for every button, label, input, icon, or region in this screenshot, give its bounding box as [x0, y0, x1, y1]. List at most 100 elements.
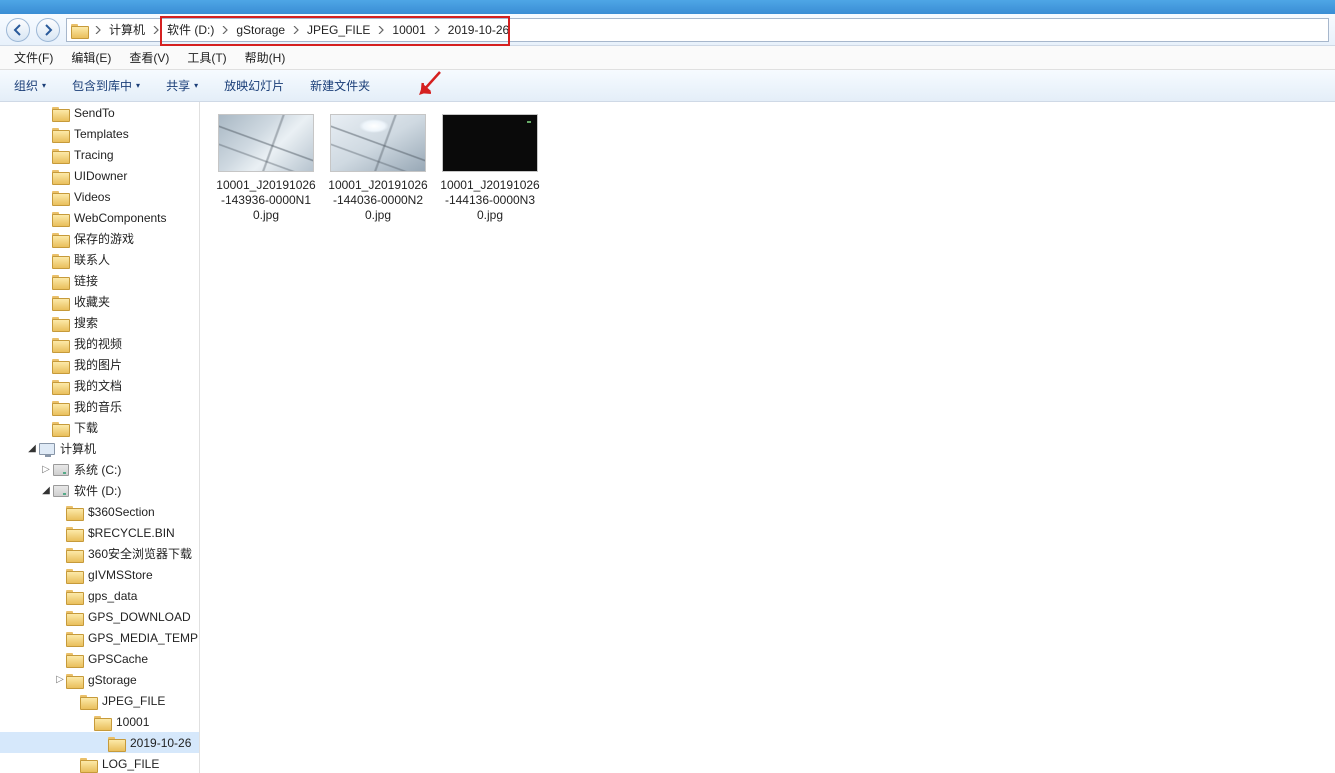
tree-item[interactable]: GPS_MEDIA_TEMP	[0, 627, 199, 648]
tree-item[interactable]: ◢ 计算机	[0, 438, 199, 459]
tree-item[interactable]: Templates	[0, 123, 199, 144]
folder-icon	[52, 231, 70, 247]
breadcrumb-sep[interactable]	[291, 26, 301, 34]
tree-item[interactable]: 我的文档	[0, 375, 199, 396]
monitor-icon	[38, 441, 56, 457]
share-button[interactable]: 共享▾	[162, 75, 202, 96]
tree-item[interactable]: gIVMSStore	[0, 564, 199, 585]
tree-item[interactable]: UIDowner	[0, 165, 199, 186]
tree-item[interactable]: GPS_DOWNLOAD	[0, 606, 199, 627]
tree-item[interactable]: ▷系统 (C:)	[0, 459, 199, 480]
address-bar[interactable]: 计算机软件 (D:) gStorage JPEG_FILE 10001 2019-10-…	[66, 18, 1329, 42]
breadcrumb-sep[interactable]	[151, 26, 161, 34]
breadcrumb-sep[interactable]	[376, 26, 386, 34]
folder-icon	[52, 210, 70, 226]
tree-item[interactable]: Tracing	[0, 144, 199, 165]
folder-icon	[66, 504, 84, 520]
slideshow-button[interactable]: 放映幻灯片	[220, 75, 288, 96]
tree-item-label: JPEG_FILE	[102, 694, 165, 708]
tree-item[interactable]: 10001	[0, 711, 199, 732]
tree-item-label: 保存的游戏	[74, 230, 134, 247]
menu-edit[interactable]: 编辑(E)	[63, 46, 119, 69]
breadcrumb-segment[interactable]: gStorage	[230, 19, 291, 41]
tree-item-label: UIDowner	[74, 169, 127, 183]
breadcrumb-sep[interactable]	[432, 26, 442, 34]
tree-item[interactable]: $RECYCLE.BIN	[0, 522, 199, 543]
folder-icon	[66, 609, 84, 625]
file-name-label: 10001_J20191026-144036-0000N20.jpg	[328, 178, 428, 223]
tree-item[interactable]: JPEG_FILE	[0, 690, 199, 711]
tree-item[interactable]: LOG_FILE	[0, 753, 199, 773]
folder-icon	[52, 336, 70, 352]
tree-item[interactable]: 下载	[0, 417, 199, 438]
forward-button[interactable]	[36, 18, 60, 42]
back-button[interactable]	[6, 18, 30, 42]
breadcrumb-sep[interactable]	[93, 26, 103, 34]
tree-item[interactable]: SendTo	[0, 102, 199, 123]
folder-icon	[52, 252, 70, 268]
menu-tools[interactable]: 工具(T)	[179, 46, 234, 69]
tree-item[interactable]: 我的图片	[0, 354, 199, 375]
tree-item-label: 计算机	[60, 440, 96, 457]
breadcrumb-segment[interactable]: 2019-10-26	[442, 19, 515, 41]
tree-item[interactable]: 联系人	[0, 249, 199, 270]
expander-icon[interactable]: ◢	[40, 485, 52, 496]
menu-help[interactable]: 帮助(H)	[237, 46, 294, 69]
folder-icon	[80, 756, 98, 772]
organize-label: 组织	[14, 77, 38, 94]
tree-item[interactable]: 保存的游戏	[0, 228, 199, 249]
expander-icon[interactable]: ▷	[40, 464, 52, 475]
folder-icon	[52, 147, 70, 163]
new-folder-button[interactable]: 新建文件夹	[306, 75, 374, 96]
tree-item[interactable]: 2019-10-26	[0, 732, 199, 753]
organize-button[interactable]: 组织▾	[10, 75, 50, 96]
tree-item[interactable]: gps_data	[0, 585, 199, 606]
tree-item-label: 2019-10-26	[130, 736, 191, 750]
file-item[interactable]: 10001_J20191026-144036-0000N20.jpg	[328, 114, 428, 223]
expander-icon[interactable]: ◢	[26, 443, 38, 454]
breadcrumb-segment[interactable]: 计算机	[103, 19, 151, 41]
menu-file[interactable]: 文件(F)	[6, 46, 61, 69]
include-in-library-button[interactable]: 包含到库中 ▾	[68, 75, 144, 96]
breadcrumb-segment[interactable]: 软件 (D:)	[161, 19, 220, 41]
breadcrumb-segment[interactable]: 10001	[386, 19, 431, 41]
file-list-pane[interactable]: 10001_J20191026-143936-0000N10.jpg 10001_…	[200, 102, 1335, 773]
tree-item-label: gIVMSStore	[88, 568, 153, 582]
expander-icon[interactable]: ▷	[54, 674, 66, 685]
folder-icon	[52, 399, 70, 415]
breadcrumb-sep[interactable]	[220, 26, 230, 34]
file-item[interactable]: 10001_J20191026-144136-0000N30.jpg	[440, 114, 540, 223]
arrow-left-icon	[12, 24, 24, 36]
menu-view[interactable]: 查看(V)	[121, 46, 177, 69]
chevron-down-icon: ▾	[136, 81, 140, 90]
tree-item[interactable]: Videos	[0, 186, 199, 207]
tree-item-label: Templates	[74, 127, 129, 141]
folder-icon	[66, 651, 84, 667]
navigation-tree[interactable]: SendTo Templates Tracing UIDowner VideosWebC…	[0, 102, 200, 773]
tree-item[interactable]: ▷gStorage	[0, 669, 199, 690]
folder-icon	[66, 630, 84, 646]
include-label: 包含到库中	[72, 77, 132, 94]
arrow-right-icon	[42, 24, 54, 36]
file-thumbnail	[330, 114, 426, 172]
folder-icon	[52, 126, 70, 142]
folder-icon	[52, 189, 70, 205]
tree-item[interactable]: 收藏夹	[0, 291, 199, 312]
tree-item[interactable]: GPSCache	[0, 648, 199, 669]
file-item[interactable]: 10001_J20191026-143936-0000N10.jpg	[216, 114, 316, 223]
breadcrumb-segment[interactable]: JPEG_FILE	[301, 19, 376, 41]
tree-item[interactable]: 我的视频	[0, 333, 199, 354]
tree-item[interactable]: 搜索	[0, 312, 199, 333]
folder-icon	[66, 567, 84, 583]
tree-item[interactable]: 链接	[0, 270, 199, 291]
tree-item[interactable]: WebComponents	[0, 207, 199, 228]
command-bar: 组织▾ 包含到库中 ▾ 共享▾ 放映幻灯片 新建文件夹	[0, 70, 1335, 102]
tree-item-label: Tracing	[74, 148, 114, 162]
tree-item-label: gps_data	[88, 589, 137, 603]
tree-item-label: 我的音乐	[74, 398, 122, 415]
tree-item[interactable]: ◢软件 (D:)	[0, 480, 199, 501]
tree-item[interactable]: 360安全浏览器下载	[0, 543, 199, 564]
tree-item[interactable]: $360Section	[0, 501, 199, 522]
tree-item-label: 联系人	[74, 251, 110, 268]
tree-item[interactable]: 我的音乐	[0, 396, 199, 417]
